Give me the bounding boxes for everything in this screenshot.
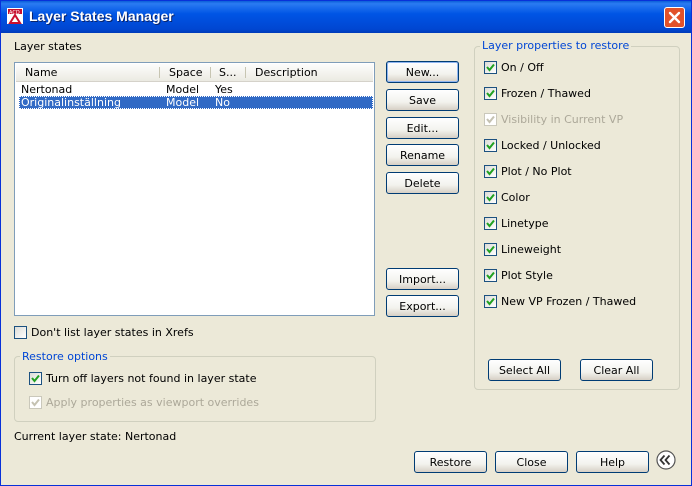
dont-list-xrefs-checkbox[interactable]: [14, 326, 27, 339]
close-icon: [668, 11, 681, 24]
new-vp-frozen-thawed-label: New VP Frozen / Thawed: [501, 295, 637, 308]
plot-no-plot-checkbox[interactable]: [484, 165, 497, 178]
layer-states-label: Layer states: [14, 40, 82, 53]
apply-viewport-overrides-checkbox[interactable]: [29, 396, 42, 409]
lineweight-label: Lineweight: [501, 243, 562, 256]
collapse-dialog-button[interactable]: [656, 450, 676, 470]
row-saved: No: [215, 96, 230, 109]
check-icon: [486, 245, 495, 254]
import-button[interactable]: Import...: [386, 268, 459, 290]
close-button[interactable]: Close: [495, 451, 568, 473]
title-bar[interactable]: ACD Layer States Manager: [1, 1, 691, 33]
delete-button[interactable]: Delete: [386, 172, 459, 194]
color-checkbox[interactable]: [484, 191, 497, 204]
table-row-selected[interactable]: Originalinställning Model No: [19, 96, 373, 109]
plot-no-plot-label: Plot / No Plot: [501, 165, 572, 178]
check-icon: [486, 271, 495, 280]
column-separator[interactable]: [159, 67, 160, 78]
restore-options-title: Restore options: [20, 350, 110, 363]
plot-style-label: Plot Style: [501, 269, 553, 282]
layer-states-list[interactable]: Name Space S... Description Nertonad Mod…: [14, 62, 375, 316]
locked-unlocked-label: Locked / Unlocked: [501, 139, 601, 152]
column-separator[interactable]: [245, 67, 246, 78]
on-off-checkbox[interactable]: [484, 61, 497, 74]
dont-list-xrefs-label: Don't list layer states in Xrefs: [31, 326, 194, 339]
frozen-thawed-label: Frozen / Thawed: [501, 87, 591, 100]
list-header: Name Space S... Description: [16, 64, 373, 82]
check-icon: [486, 297, 495, 306]
turn-off-layers-checkbox[interactable]: [29, 372, 42, 385]
check-icon: [486, 219, 495, 228]
current-layer-state: Current layer state: Nertonad: [14, 430, 177, 443]
frozen-thawed-checkbox[interactable]: [484, 87, 497, 100]
new-button[interactable]: New...: [386, 61, 459, 83]
restore-options-group: [14, 356, 376, 422]
check-icon: [31, 398, 40, 407]
color-label: Color: [501, 191, 530, 204]
help-button[interactable]: Help: [576, 451, 649, 473]
restore-button[interactable]: Restore: [414, 451, 487, 473]
window-title: Layer States Manager: [29, 8, 174, 24]
check-icon: [486, 63, 495, 72]
on-off-label: On / Off: [501, 61, 544, 74]
column-separator[interactable]: [210, 67, 211, 78]
locked-unlocked-checkbox[interactable]: [484, 139, 497, 152]
row-space: Model: [166, 83, 200, 96]
row-saved: Yes: [215, 83, 233, 96]
chevron-left-icon: [656, 450, 676, 470]
check-icon: [486, 141, 495, 150]
layer-states-manager-dialog: ACD Layer States Manager Layer states Na…: [0, 0, 692, 486]
row-name: Nertonad: [21, 83, 73, 96]
select-all-button[interactable]: Select All: [488, 359, 561, 381]
row-name: Originalinställning: [21, 96, 121, 109]
lineweight-checkbox[interactable]: [484, 243, 497, 256]
row-space: Model: [166, 96, 200, 109]
new-vp-frozen-thawed-checkbox[interactable]: [484, 295, 497, 308]
linetype-label: Linetype: [501, 217, 549, 230]
check-icon: [486, 167, 495, 176]
rename-button[interactable]: Rename: [386, 144, 459, 166]
column-header-name[interactable]: Name: [25, 66, 57, 79]
clear-all-button[interactable]: Clear All: [580, 359, 653, 381]
check-icon: [486, 193, 495, 202]
plot-style-checkbox[interactable]: [484, 269, 497, 282]
save-button[interactable]: Save: [386, 89, 459, 111]
check-icon: [31, 374, 40, 383]
column-header-space[interactable]: Space: [169, 66, 203, 79]
linetype-checkbox[interactable]: [484, 217, 497, 230]
column-header-saved[interactable]: S...: [219, 66, 236, 79]
check-icon: [486, 89, 495, 98]
visibility-current-vp-label: Visibility in Current VP: [501, 113, 624, 126]
visibility-current-vp-checkbox[interactable]: [484, 113, 497, 126]
edit-button[interactable]: Edit...: [386, 117, 459, 139]
turn-off-layers-label: Turn off layers not found in layer state: [46, 372, 257, 385]
autocad-app-icon: ACD: [7, 8, 23, 24]
column-header-description[interactable]: Description: [255, 66, 318, 79]
apply-viewport-overrides-label: Apply properties as viewport overrides: [46, 396, 259, 409]
table-row[interactable]: Nertonad Model Yes: [19, 83, 373, 96]
close-window-button[interactable]: [664, 7, 685, 28]
layer-properties-title: Layer properties to restore: [480, 39, 632, 52]
export-button[interactable]: Export...: [386, 295, 459, 317]
check-icon: [486, 115, 495, 124]
